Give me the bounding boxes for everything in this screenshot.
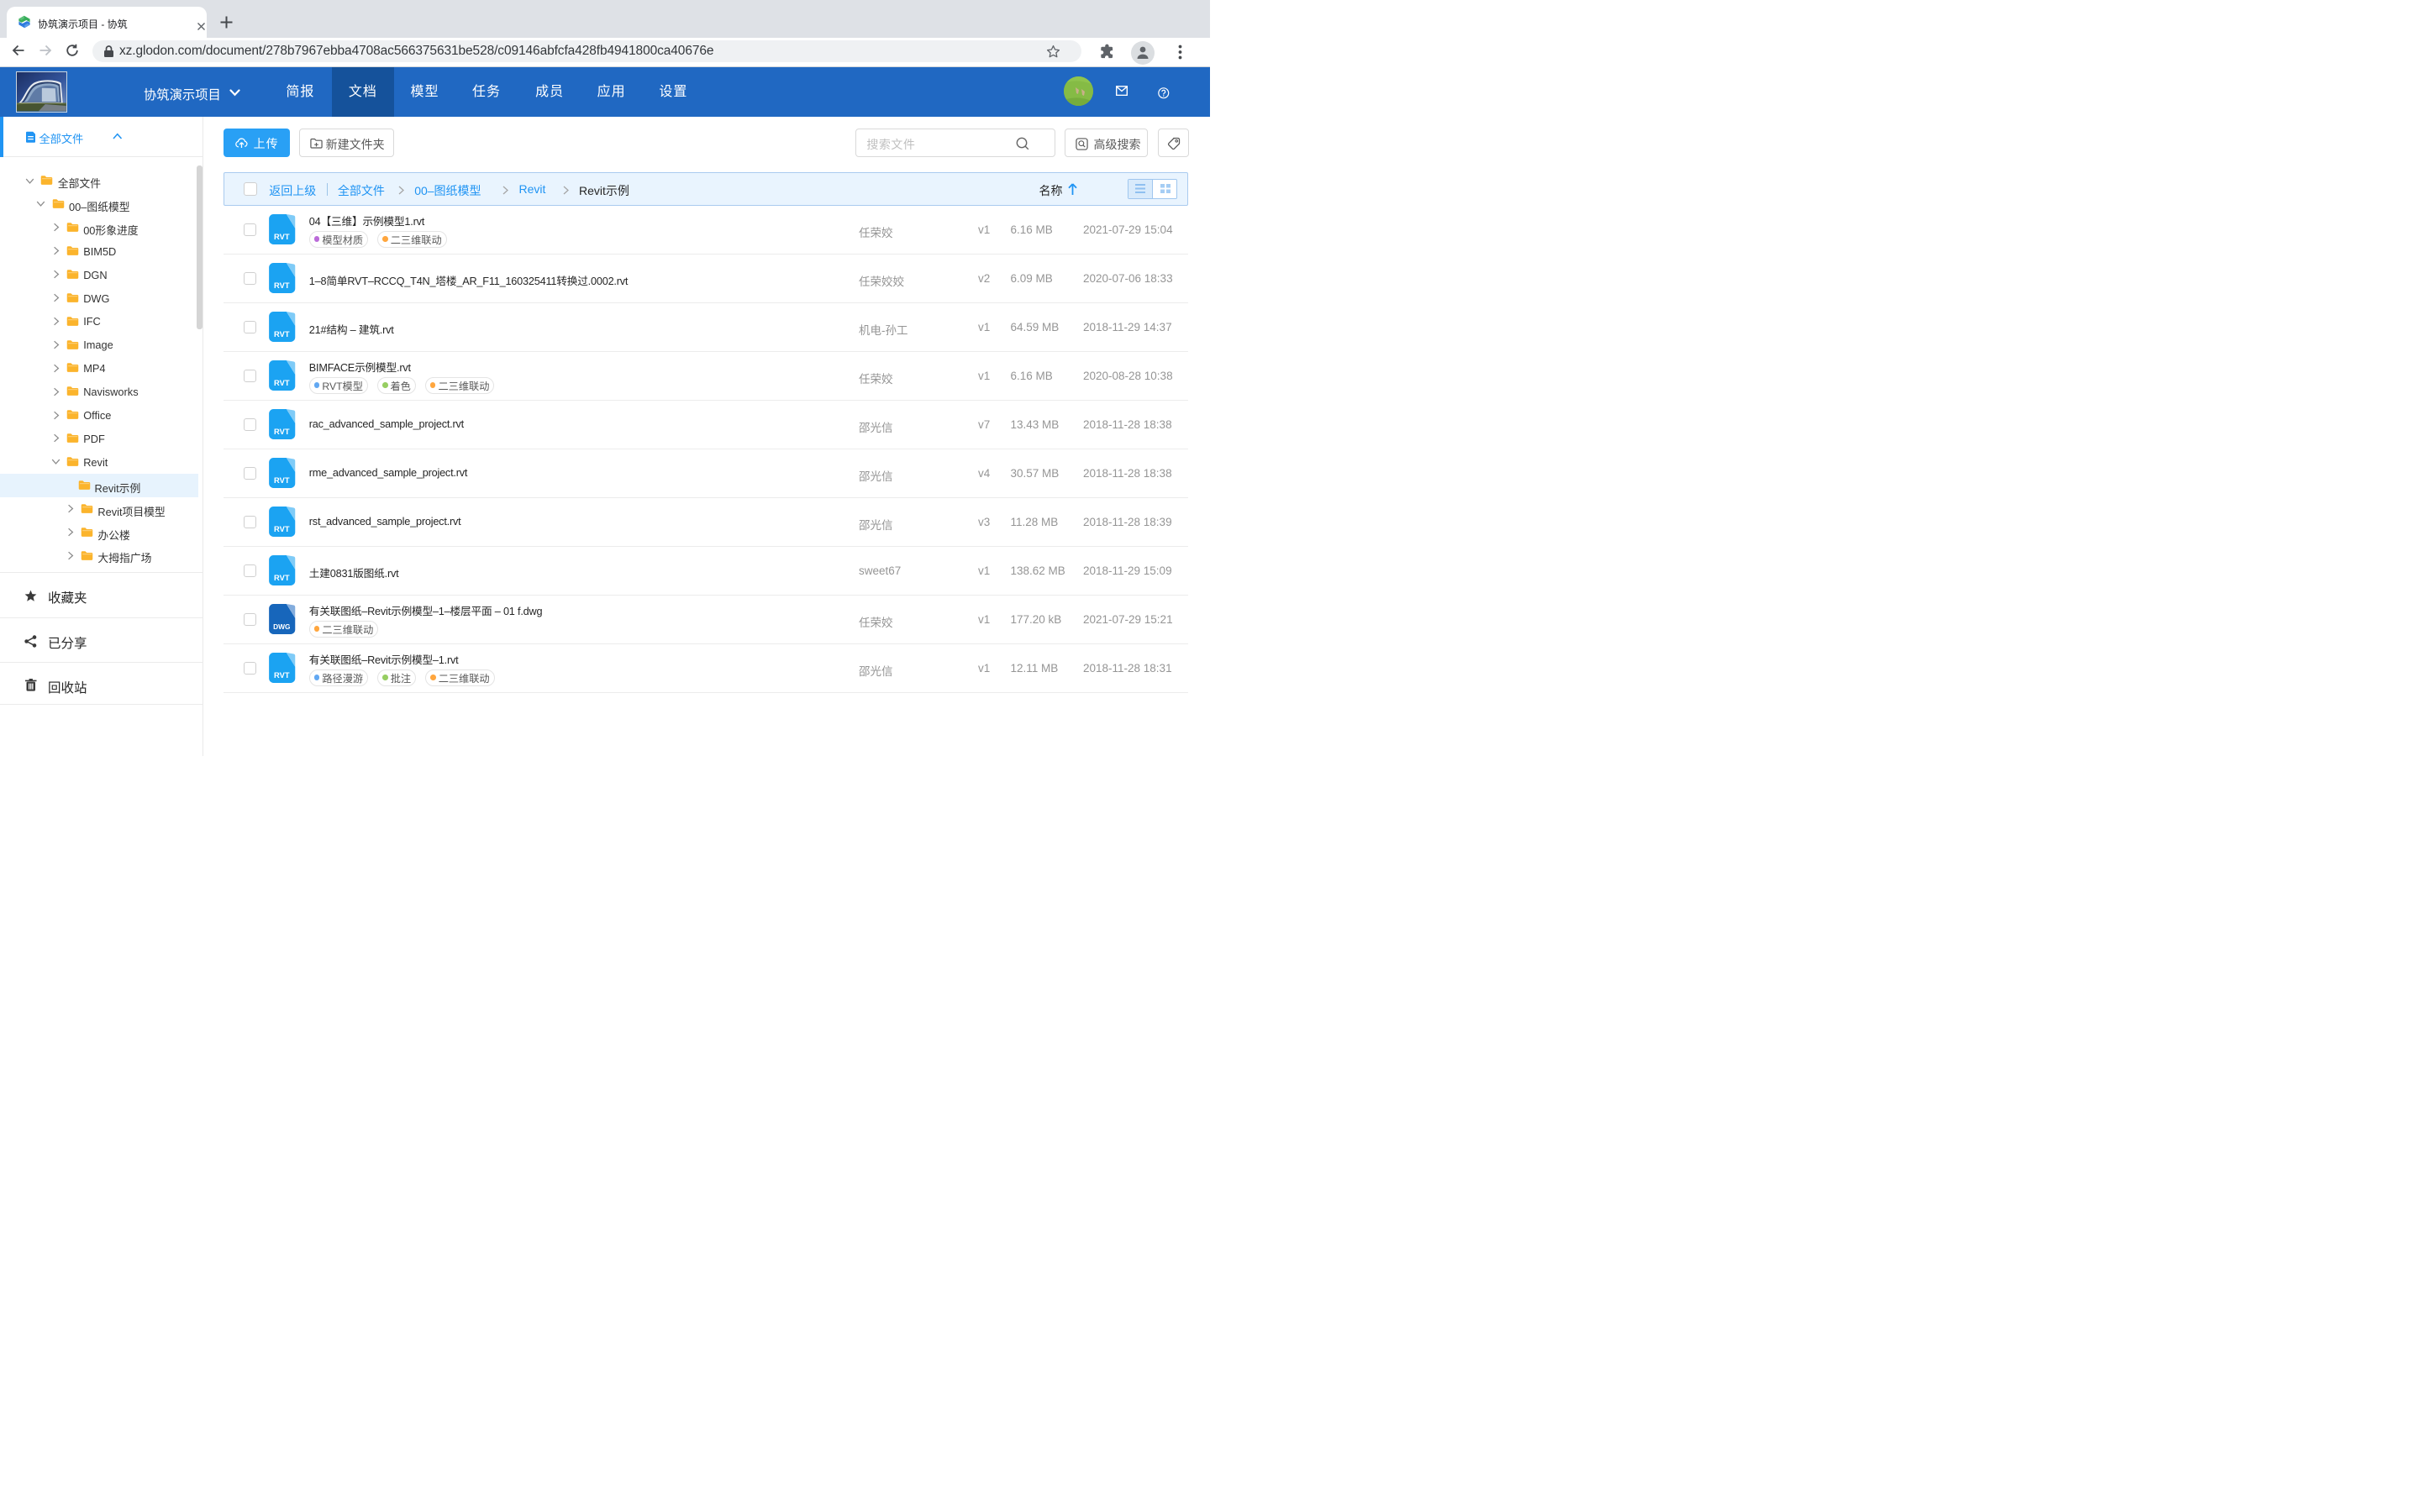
svg-text:RVT: RVT xyxy=(274,330,290,339)
svg-text:RVT: RVT xyxy=(274,233,290,241)
svg-text:RVT: RVT xyxy=(274,671,290,680)
svg-text:RVT: RVT xyxy=(274,428,290,436)
svg-text:DWG: DWG xyxy=(273,622,290,631)
svg-text:RVT: RVT xyxy=(274,281,290,290)
svg-text:RVT: RVT xyxy=(274,379,290,387)
svg-text:RVT: RVT xyxy=(274,476,290,485)
svg-text:RVT: RVT xyxy=(274,574,290,582)
svg-text:RVT: RVT xyxy=(274,525,290,533)
